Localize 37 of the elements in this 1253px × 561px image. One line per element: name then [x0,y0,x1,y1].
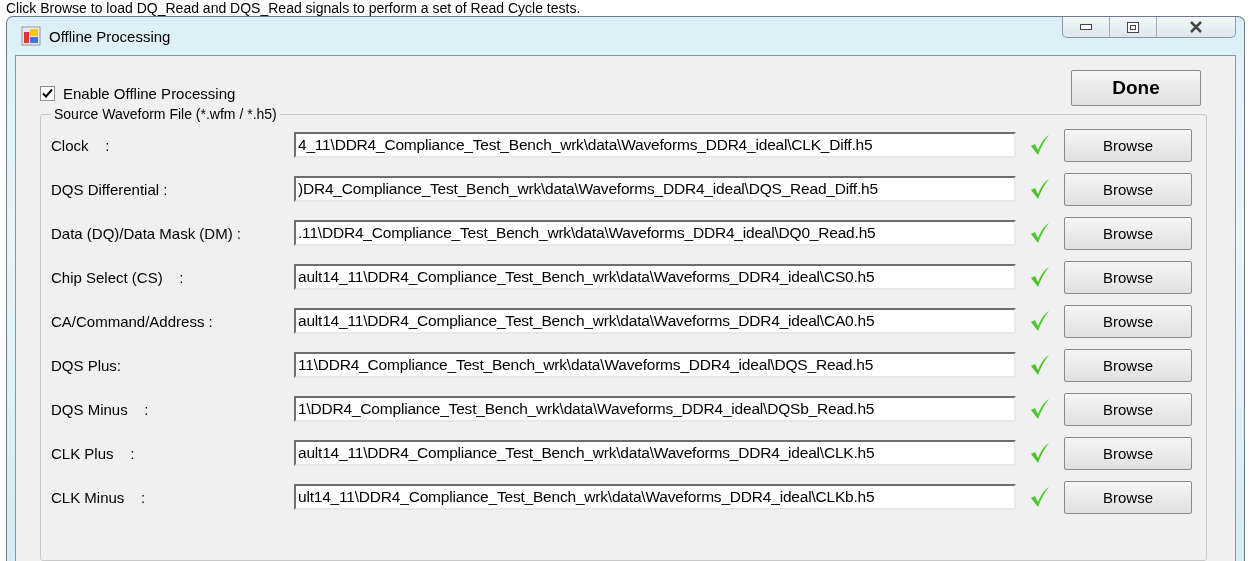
file-path-field[interactable]: ault14_11\DDR4_Compliance_Test_Bench_wrk\data\Waveforms_DDR4_ideal\CA0.h5 [294,308,1016,334]
field-label: CLK Minus : [51,488,147,506]
done-button[interactable]: Done [1071,70,1201,106]
file-path-field[interactable]: .11\DDR4_Compliance_Test_Bench_wrk\data\Waveforms_DDR4_ideal\DQ0_Read.h5 [294,220,1016,246]
minimize-icon [1080,24,1092,30]
browse-button[interactable]: Browse [1064,304,1192,338]
field-label: DQS Plus: [51,356,123,374]
browse-button[interactable]: Browse [1064,436,1192,470]
file-path-field[interactable]: ault14_11\DDR4_Compliance_Test_Bench_wrk\data\Waveforms_DDR4_ideal\CLK.h5 [294,440,1016,466]
field-label: CA/Command/Address : [51,312,214,330]
close-icon [1189,21,1203,33]
instruction-text: Click Browse to load DQ_Read and DQS_Read signals to perform a set of Read Cycle tests. [5,0,582,16]
file-path-field[interactable]: 4_11\DDR4_Compliance_Test_Bench_wrk\data\Waveforms_DDR4_ideal\CLK_Diff.h5 [294,132,1016,158]
field-label: Chip Select (CS) : [51,268,185,286]
app-icon [21,26,41,46]
browse-button[interactable]: Browse [1064,260,1192,294]
file-path-field[interactable]: )DR4_Compliance_Test_Bench_wrk\data\Waveforms_DDR4_ideal\DQS_Read_Diff.h5 [294,176,1016,202]
checkbox[interactable] [40,85,55,101]
checkmark-icon [42,87,53,99]
field-label: CLK Plus : [51,444,136,462]
file-path-field[interactable]: ault14_11\DDR4_Compliance_Test_Bench_wrk\data\Waveforms_DDR4_ideal\CS0.h5 [294,264,1016,290]
browse-button[interactable]: Browse [1064,172,1192,206]
field-label: Clock : [51,136,111,154]
file-path-field[interactable]: ult14_11\DDR4_Compliance_Test_Bench_wrk\data\Waveforms_DDR4_ideal\CLKb.h5 [294,484,1016,510]
file-path-field[interactable]: 1\DDR4_Compliance_Test_Bench_wrk\data\Waveforms_DDR4_ideal\DQSb_Read.h5 [294,396,1016,422]
field-label: DQS Differential : [51,180,169,198]
browse-button[interactable]: Browse [1064,348,1192,382]
maximize-icon [1127,21,1139,33]
file-path-field[interactable]: 11\DDR4_Compliance_Test_Bench_wrk\data\Waveforms_DDR4_ideal\DQS_Read.h5 [294,352,1016,378]
browse-button[interactable]: Browse [1064,216,1192,250]
browse-button[interactable]: Browse [1064,392,1192,426]
group-title: Source Waveform File (*.wfm / *.h5) [53,106,278,122]
browse-button[interactable]: Browse [1064,128,1192,162]
browse-button[interactable]: Browse [1064,480,1192,514]
field-label: Data (DQ)/Data Mask (DM) : [51,224,243,242]
window-title: Offline Processing [49,27,172,45]
field-label: DQS Minus : [51,400,150,418]
